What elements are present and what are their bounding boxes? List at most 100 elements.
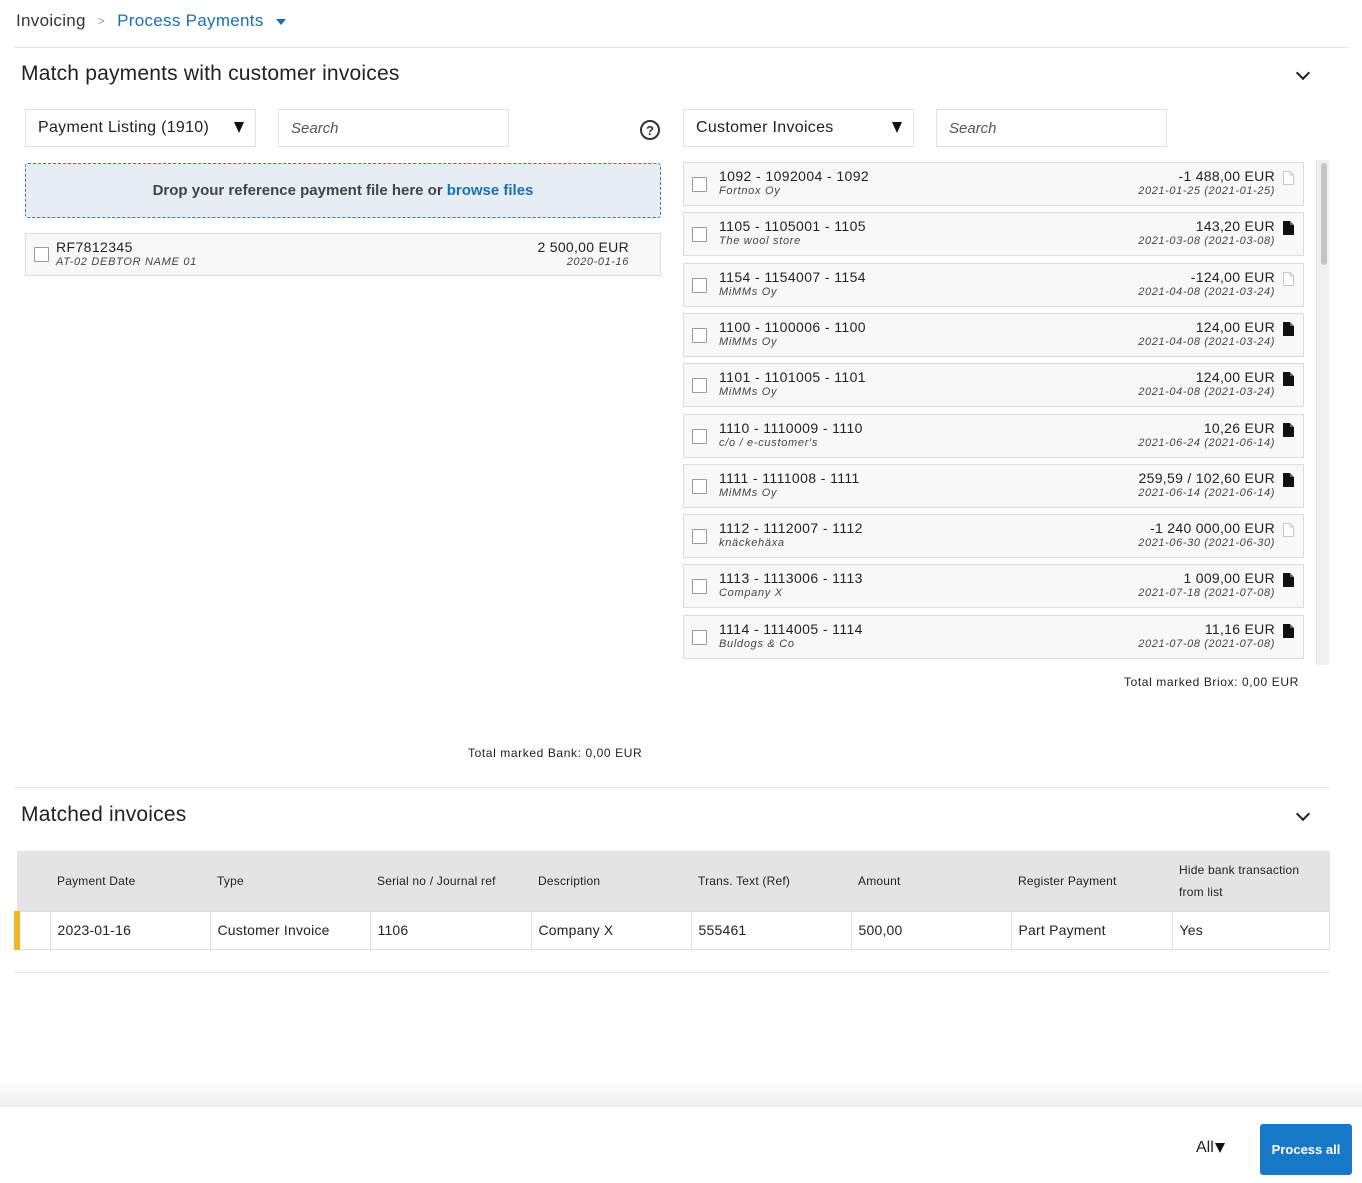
invoice-row[interactable]: 1154 - 1154007 - 1154 MiMMs Oy -124,00 EUR… [683, 263, 1304, 307]
invoice-amount: 1 009,00 EUR [1183, 570, 1275, 586]
payment-file-dropzone[interactable]: Drop your reference payment file here or… [25, 163, 661, 218]
invoice-customer: MiMMs Oy [719, 336, 778, 348]
cell-payment-date: 2023-01-16 [49, 910, 211, 950]
breadcrumb-separator: > [97, 14, 106, 28]
filter-select-value: All [1196, 1139, 1214, 1156]
caret-down-icon[interactable] [275, 19, 286, 25]
invoice-checkbox[interactable] [692, 227, 707, 242]
dropdown-arrow-icon [234, 122, 244, 133]
invoice-list-scrollbar[interactable] [1316, 160, 1329, 665]
invoice-customer: The wool store [719, 235, 801, 247]
document-outline-icon[interactable] [1283, 171, 1294, 185]
total-marked-briox: Total marked Briox: 0,00 EUR [1124, 675, 1299, 689]
invoice-dates: 2021-06-14 (2021-06-14) [1138, 487, 1275, 499]
invoice-number: 1154 - 1154007 - 1154 [719, 269, 866, 285]
scrollbar-thumb[interactable] [1321, 163, 1327, 265]
document-outline-icon[interactable] [1283, 523, 1294, 537]
payment-listing-select[interactable]: Payment Listing (1910) [25, 109, 256, 147]
invoice-dates: 2021-07-08 (2021-07-08) [1138, 638, 1275, 650]
invoice-amount: 11,16 EUR [1204, 621, 1275, 637]
invoice-customer: MiMMs Oy [719, 286, 778, 298]
invoice-dates: 2021-04-08 (2021-03-24) [1138, 336, 1275, 348]
invoice-dates: 2021-06-30 (2021-06-30) [1138, 537, 1275, 549]
dropdown-arrow-icon [892, 122, 902, 133]
column-header-description: Description [531, 851, 691, 911]
invoice-checkbox[interactable] [692, 328, 707, 343]
invoice-checkbox[interactable] [692, 630, 707, 645]
invoice-dates: 2021-03-08 (2021-03-08) [1138, 235, 1275, 247]
cell-type: Customer Invoice [209, 910, 371, 950]
filter-select[interactable]: All [1196, 1139, 1225, 1157]
dropdown-arrow-icon [1214, 1143, 1225, 1153]
document-filled-icon[interactable] [1283, 573, 1294, 587]
help-icon[interactable]: ? [640, 120, 660, 140]
document-filled-icon[interactable] [1283, 624, 1294, 638]
payment-listing-select-value: Payment Listing (1910) [38, 119, 210, 136]
invoice-search-input[interactable] [936, 109, 1167, 147]
invoice-row[interactable]: 1114 - 1114005 - 1114 Buldogs & Co 11,16 E… [683, 615, 1304, 659]
invoice-row[interactable]: 1100 - 1100006 - 1100 MiMMs Oy 124,00 EUR 2… [683, 313, 1304, 357]
cell-trans-text: 555461 [690, 910, 852, 950]
invoice-checkbox[interactable] [692, 479, 707, 494]
invoice-checkbox[interactable] [692, 177, 707, 192]
invoice-number: 1113 - 1113006 - 1113 [719, 570, 863, 586]
column-header-hide-bank-transaction: Hide bank transaction from list [1172, 851, 1330, 911]
chevron-down-icon[interactable] [1295, 65, 1311, 81]
payment-row[interactable]: RF7812345 AT-02 DEBTOR NAME 01 2 500,00 … [25, 233, 661, 276]
total-marked-bank: Total marked Bank: 0,00 EUR [468, 746, 643, 760]
invoice-checkbox[interactable] [692, 378, 707, 393]
browse-files-link[interactable]: browse files [447, 182, 534, 199]
table-header-row: Payment Date Type Serial no / Journal re… [17, 851, 1330, 911]
breadcrumb-invoicing[interactable]: Invoicing [16, 11, 86, 31]
invoice-row[interactable]: 1112 - 1112007 - 1112 knäckehäxa -1 240 00… [683, 514, 1304, 558]
invoice-checkbox[interactable] [692, 579, 707, 594]
invoice-row[interactable]: 1113 - 1113006 - 1113 Company X 1 009,00 E… [683, 564, 1304, 608]
invoice-row[interactable]: 1110 - 1110009 - 1110 c/o / e-customer's 1… [683, 414, 1304, 458]
match-section-title: Match payments with customer invoices [21, 62, 400, 85]
document-outline-icon[interactable] [1283, 272, 1294, 286]
cell-amount: 500,00 [850, 910, 1012, 950]
document-filled-icon[interactable] [1283, 372, 1294, 386]
divider [14, 47, 1349, 48]
invoice-number: 1112 - 1112007 - 1112 [719, 520, 863, 536]
cell-register-payment[interactable]: Part Payment [1010, 910, 1173, 950]
invoice-row[interactable]: 1111 - 1111008 - 1111 MiMMs Oy 259,59 / 10… [683, 464, 1304, 508]
invoice-row[interactable]: 1105 - 1105001 - 1105 The wool store 143,2… [683, 212, 1304, 256]
matched-section-title: Matched invoices [21, 803, 187, 826]
column-header-serial: Serial no / Journal ref [370, 851, 531, 911]
invoice-checkbox[interactable] [692, 529, 707, 544]
footer-bar [0, 1106, 1362, 1183]
payment-debtor: AT-02 DEBTOR NAME 01 [56, 256, 197, 268]
column-header-trans-text: Trans. Text (Ref) [691, 851, 851, 911]
invoice-number: 1101 - 1101005 - 1101 [719, 369, 866, 385]
invoice-row[interactable]: 1092 - 1092004 - 1092 Fortnox Oy -1 488,00… [683, 162, 1304, 206]
process-all-button[interactable]: Process all [1260, 1124, 1352, 1175]
invoice-checkbox[interactable] [692, 429, 707, 444]
invoice-number: 1105 - 1105001 - 1105 [719, 218, 866, 234]
column-header-amount: Amount [851, 851, 1011, 911]
document-filled-icon[interactable] [1283, 221, 1294, 235]
document-filled-icon[interactable] [1283, 322, 1294, 336]
payment-date: 2020-01-16 [566, 256, 629, 268]
invoice-customer: Buldogs & Co [719, 638, 795, 650]
cell-hide-bank-transaction[interactable]: Yes [1171, 910, 1330, 950]
payment-checkbox[interactable] [34, 247, 49, 262]
invoice-checkbox[interactable] [692, 278, 707, 293]
invoice-amount: 124,00 EUR [1195, 369, 1275, 385]
invoice-amount: 124,00 EUR [1195, 319, 1275, 335]
payment-search-input[interactable] [278, 109, 509, 147]
invoice-amount: -1 240 000,00 EUR [1150, 520, 1275, 536]
invoice-amount: 143,20 EUR [1195, 218, 1275, 234]
invoice-number: 1100 - 1100006 - 1100 [719, 319, 866, 335]
invoice-number: 1110 - 1110009 - 1110 [719, 420, 863, 436]
document-filled-icon[interactable] [1283, 423, 1294, 437]
invoice-amount: 259,59 / 102,60 EUR [1138, 470, 1275, 486]
invoice-dates: 2021-04-08 (2021-03-24) [1138, 286, 1275, 298]
table-row[interactable]: 2023-01-16 Customer Invoice 1106 Company… [14, 910, 1330, 950]
chevron-down-icon[interactable] [1295, 806, 1311, 822]
breadcrumb-process-payments[interactable]: Process Payments [117, 11, 264, 31]
customer-invoices-select[interactable]: Customer Invoices [683, 109, 914, 147]
column-header-payment-date: Payment Date [50, 851, 210, 911]
invoice-row[interactable]: 1101 - 1101005 - 1101 MiMMs Oy 124,00 EUR 2… [683, 363, 1304, 407]
document-filled-icon[interactable] [1283, 473, 1294, 487]
